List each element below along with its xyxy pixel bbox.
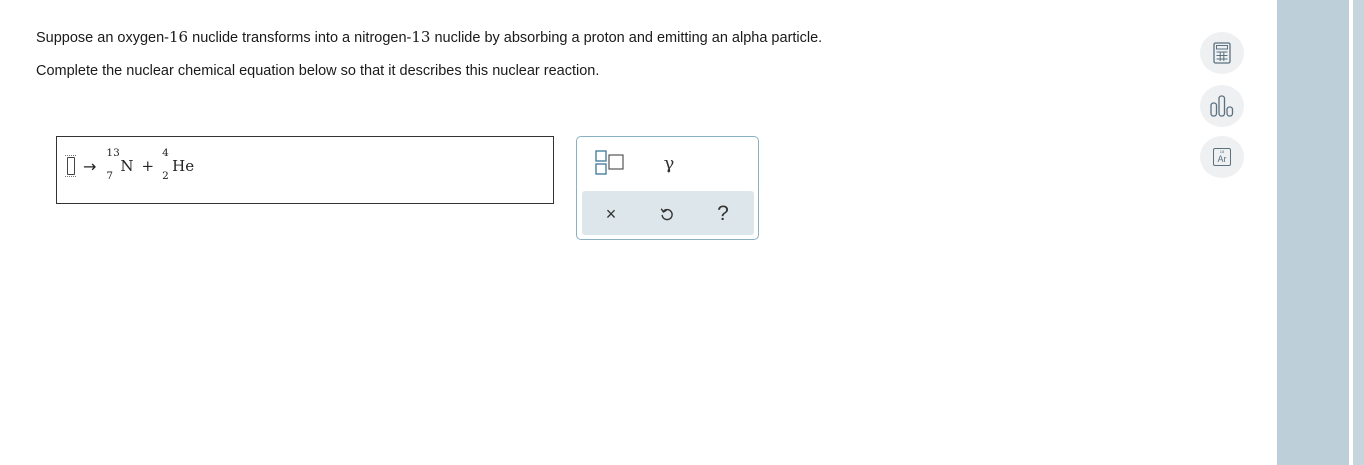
equation-answer-box[interactable]: → 13 7 N + 4 2 He [56, 136, 554, 204]
undo-icon [660, 208, 673, 221]
nuclide-template-button[interactable] [593, 149, 629, 177]
palette-actions: × ? [582, 191, 754, 235]
right-side-panel [1277, 0, 1349, 465]
calculator-button[interactable] [1200, 32, 1244, 74]
helium-atomic-number: 2 [162, 169, 169, 182]
undo-button[interactable] [654, 201, 680, 227]
gamma-button[interactable]: γ [655, 149, 683, 177]
helium-symbol: He [172, 157, 195, 175]
close-icon: × [605, 203, 617, 224]
calculator-icon [1213, 42, 1231, 64]
nitrogen-mass-number: 13 [106, 147, 120, 159]
nuclear-equation[interactable]: → 13 7 N + 4 2 He [65, 148, 195, 181]
helium-mass-number: 4 [162, 147, 169, 159]
vertical-scrollbar[interactable] [1353, 0, 1364, 465]
equation-palette: γ × ? [576, 136, 759, 240]
nitrogen-atomic-number: 7 [106, 169, 114, 182]
help-button[interactable]: ? [710, 201, 736, 227]
reactant-input-slot[interactable] [65, 155, 76, 177]
plus-sign: + [141, 157, 155, 175]
nuclide-template-icon [595, 150, 624, 175]
clear-button[interactable]: × [598, 201, 624, 227]
nitrogen-13-nuclide: 13 7 N [106, 148, 134, 181]
question-line-1: Suppose an oxygen-16 nuclide transforms … [36, 28, 823, 46]
bar-chart-icon [1210, 95, 1234, 117]
question-line-2: Complete the nuclear chemical equation b… [36, 63, 600, 79]
helium-4-nuclide: 4 2 He [162, 148, 195, 181]
reaction-arrow: → [83, 156, 97, 176]
periodic-table-button[interactable]: 18 Ar [1200, 136, 1244, 178]
nitrogen-symbol: N [120, 157, 134, 175]
periodic-table-icon: 18 Ar [1213, 148, 1231, 166]
data-chart-button[interactable] [1200, 85, 1244, 127]
